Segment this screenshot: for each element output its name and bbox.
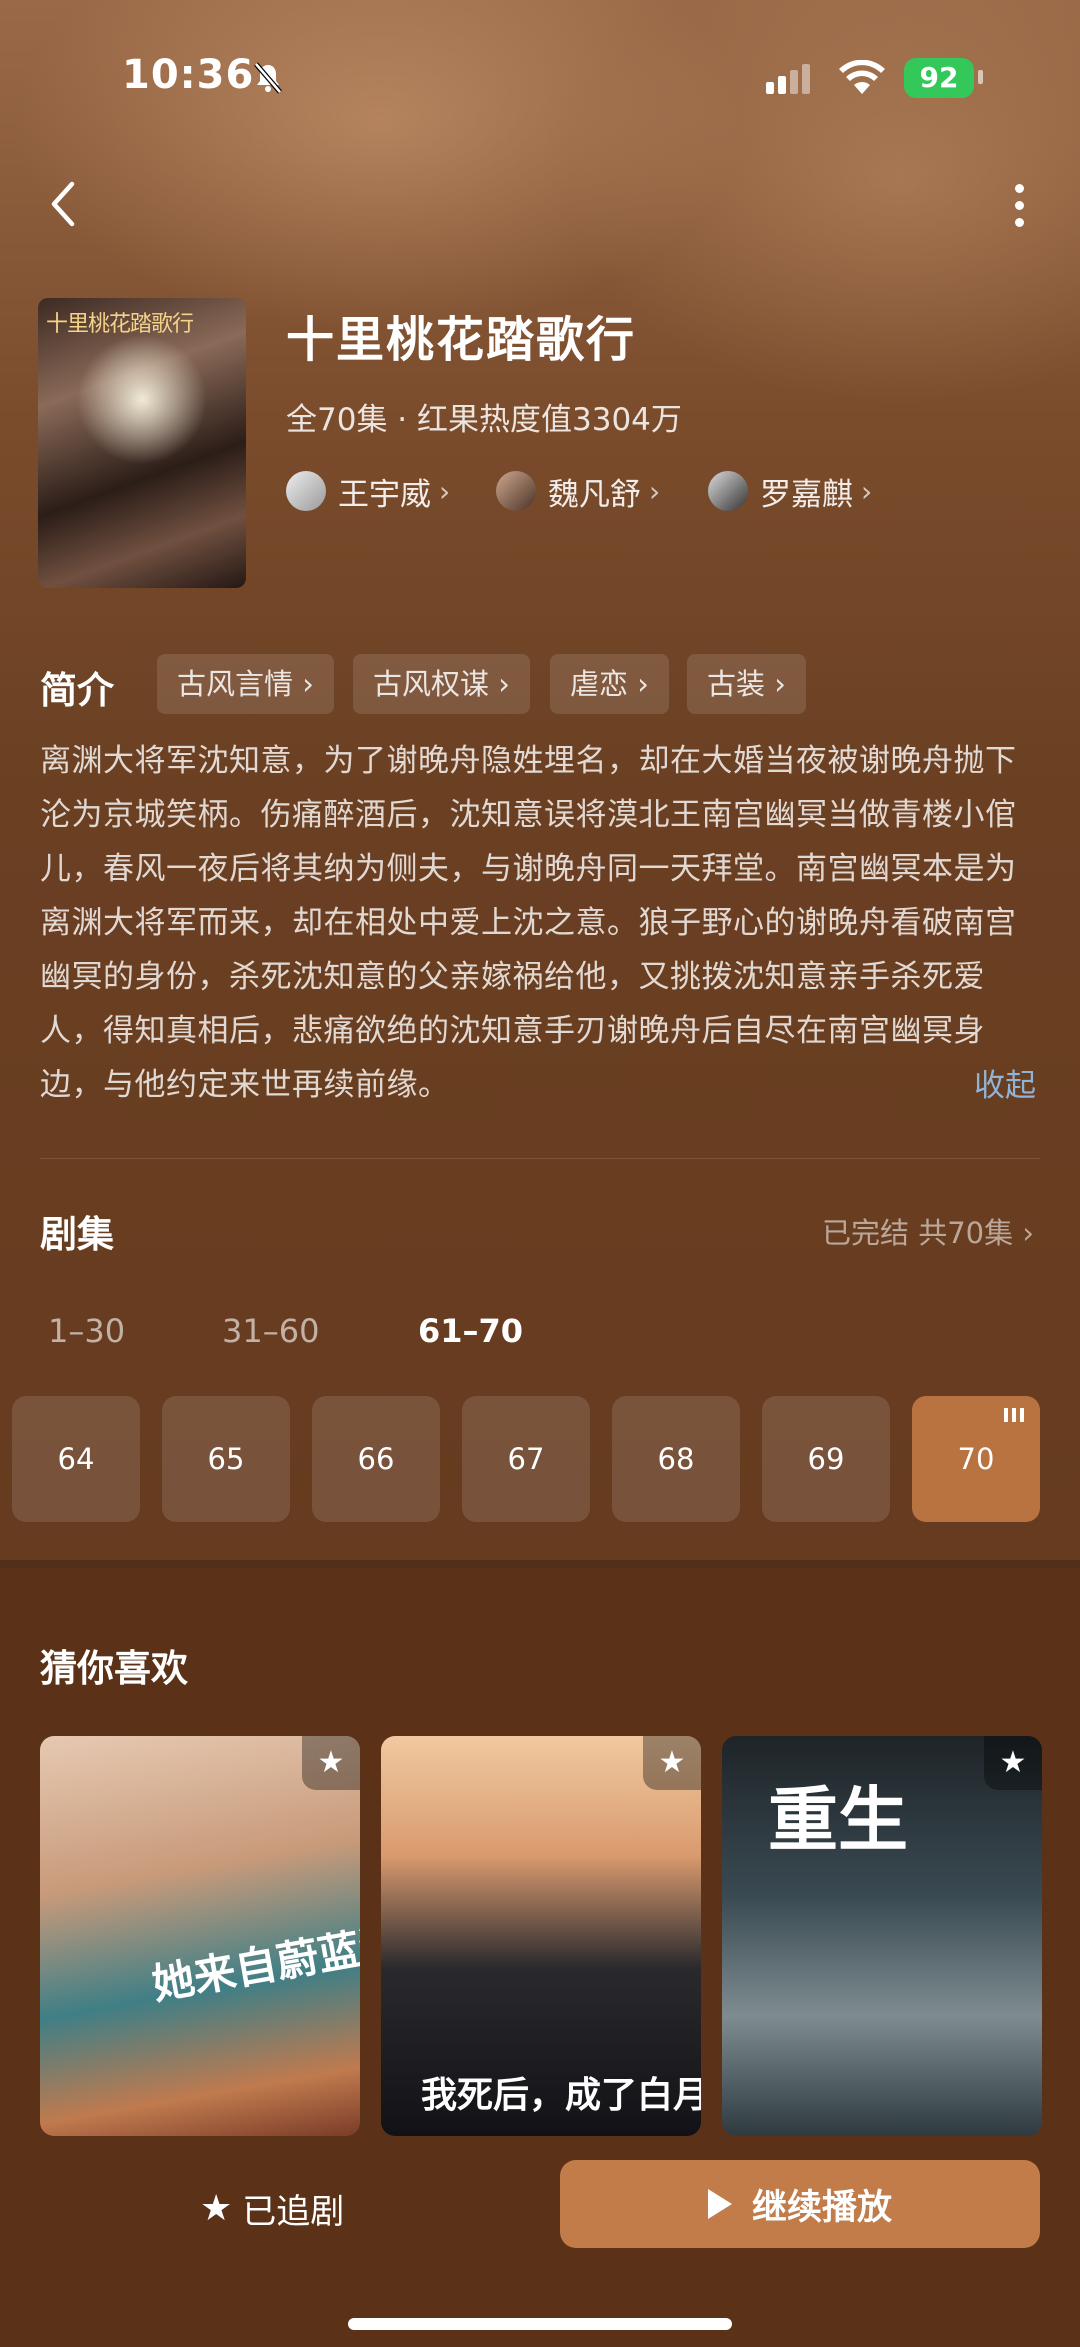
avatar [496,471,536,511]
favorite-star-icon[interactable]: ★ [302,1736,360,1790]
follow-button[interactable]: ★ 已追剧 [200,2178,344,2238]
tag-label: 虐恋 [570,667,629,701]
bottom-action-bar: ★ 已追剧 继续播放 [0,2138,1080,2347]
genre-tag[interactable]: 虐恋 › [550,654,669,714]
intro-label: 简介 [40,669,114,712]
episode-button-active[interactable]: 70 [912,1396,1040,1522]
battery-indicator: 92 [904,58,974,98]
play-label: 继续播放 [751,2187,892,2228]
episode-range-tab[interactable]: 31–60 [222,1312,319,1350]
genre-tag[interactable]: 古风权谋 › [353,654,530,714]
favorite-star-icon[interactable]: ★ [643,1736,701,1790]
play-icon [707,2189,732,2219]
show-description: 离渊大将军沈知意，为了谢晚舟隐姓埋名，却在大婚当夜被谢晚舟抛下沦为京城笑柄。伤痛… [40,743,1017,1103]
mute-bell-icon [254,62,282,94]
tag-label: 古风言情 [177,667,294,701]
wifi-icon [839,60,885,94]
card-art-title: 重生 [768,1778,908,1861]
episode-button[interactable]: 65 [162,1396,290,1522]
episode-button[interactable]: 69 [762,1396,890,1522]
cast-name: 王宇威 [338,476,431,513]
status-bar: 10:36 92 [0,50,1080,110]
episode-button[interactable]: 67 [462,1396,590,1522]
continue-play-button[interactable]: 继续播放 [560,2160,1040,2248]
recommend-card[interactable]: 她来自蔚蓝深处 ★ [40,1736,360,2136]
episode-button[interactable]: 66 [312,1396,440,1522]
card-art-title: 我死后，成了白月光 [421,2074,701,2116]
favorite-star-icon[interactable]: ★ [984,1736,1042,1790]
divider [40,1158,1040,1159]
more-dot-icon [1015,218,1024,227]
cast-item[interactable]: 罗嘉麒 › [708,468,872,514]
recommend-card[interactable]: 重生 ★ [722,1736,1042,2136]
back-button[interactable] [42,178,88,230]
recommend-label: 猜你喜欢 [40,1647,188,1690]
more-dot-icon [1015,201,1024,210]
now-playing-icon [1004,1408,1024,1422]
card-art-title: 她来自蔚蓝深处 [148,1909,360,2010]
more-dot-icon [1015,184,1024,193]
episode-range-tab-active[interactable]: 61–70 [418,1312,523,1350]
poster-title: 十里桃花踏歌行 [46,312,194,337]
avatar [286,471,326,511]
episode-button[interactable]: 64 [12,1396,140,1522]
cast-name: 罗嘉麒 [760,476,853,513]
episode-button[interactable]: 68 [612,1396,740,1522]
more-options-button[interactable] [1002,178,1038,234]
tag-label: 古风权谋 [373,667,490,701]
episode-range-tab[interactable]: 1–30 [48,1312,125,1350]
cast-item[interactable]: 王宇威 › [286,468,450,514]
show-meta: 全70集 · 红果热度值3304万 [286,402,682,438]
chevron-right-icon: › [649,474,661,508]
episodes-label: 剧集 [40,1213,114,1256]
battery-tip [978,70,983,84]
follow-label: 已追剧 [242,2191,345,2232]
home-indicator[interactable] [348,2318,732,2330]
show-poster[interactable]: 十里桃花踏歌行 [38,298,246,588]
genre-tag[interactable]: 古风言情 › [157,654,334,714]
show-title: 十里桃花踏歌行 [286,312,637,368]
episodes-status-link[interactable]: 已完结 共70集 › [822,1210,1034,1252]
status-time: 10:36 [122,52,255,98]
chevron-right-icon: › [861,474,873,508]
recommend-card[interactable]: 我死后，成了白月光 ★ [381,1736,701,2136]
episodes-status: 已完结 共70集 [822,1216,1014,1250]
star-icon: ★ [200,2187,233,2229]
cast-name: 魏凡舒 [548,476,641,513]
tag-label: 古装 [707,667,766,701]
collapse-link[interactable]: 收起 [974,1060,1036,1105]
cellular-signal-icon [766,64,810,94]
chevron-right-icon: › [439,474,451,508]
episode-number: 70 [957,1442,995,1476]
genre-tag[interactable]: 古装 › [687,654,806,714]
cast-item[interactable]: 魏凡舒 › [496,468,660,514]
avatar [708,471,748,511]
